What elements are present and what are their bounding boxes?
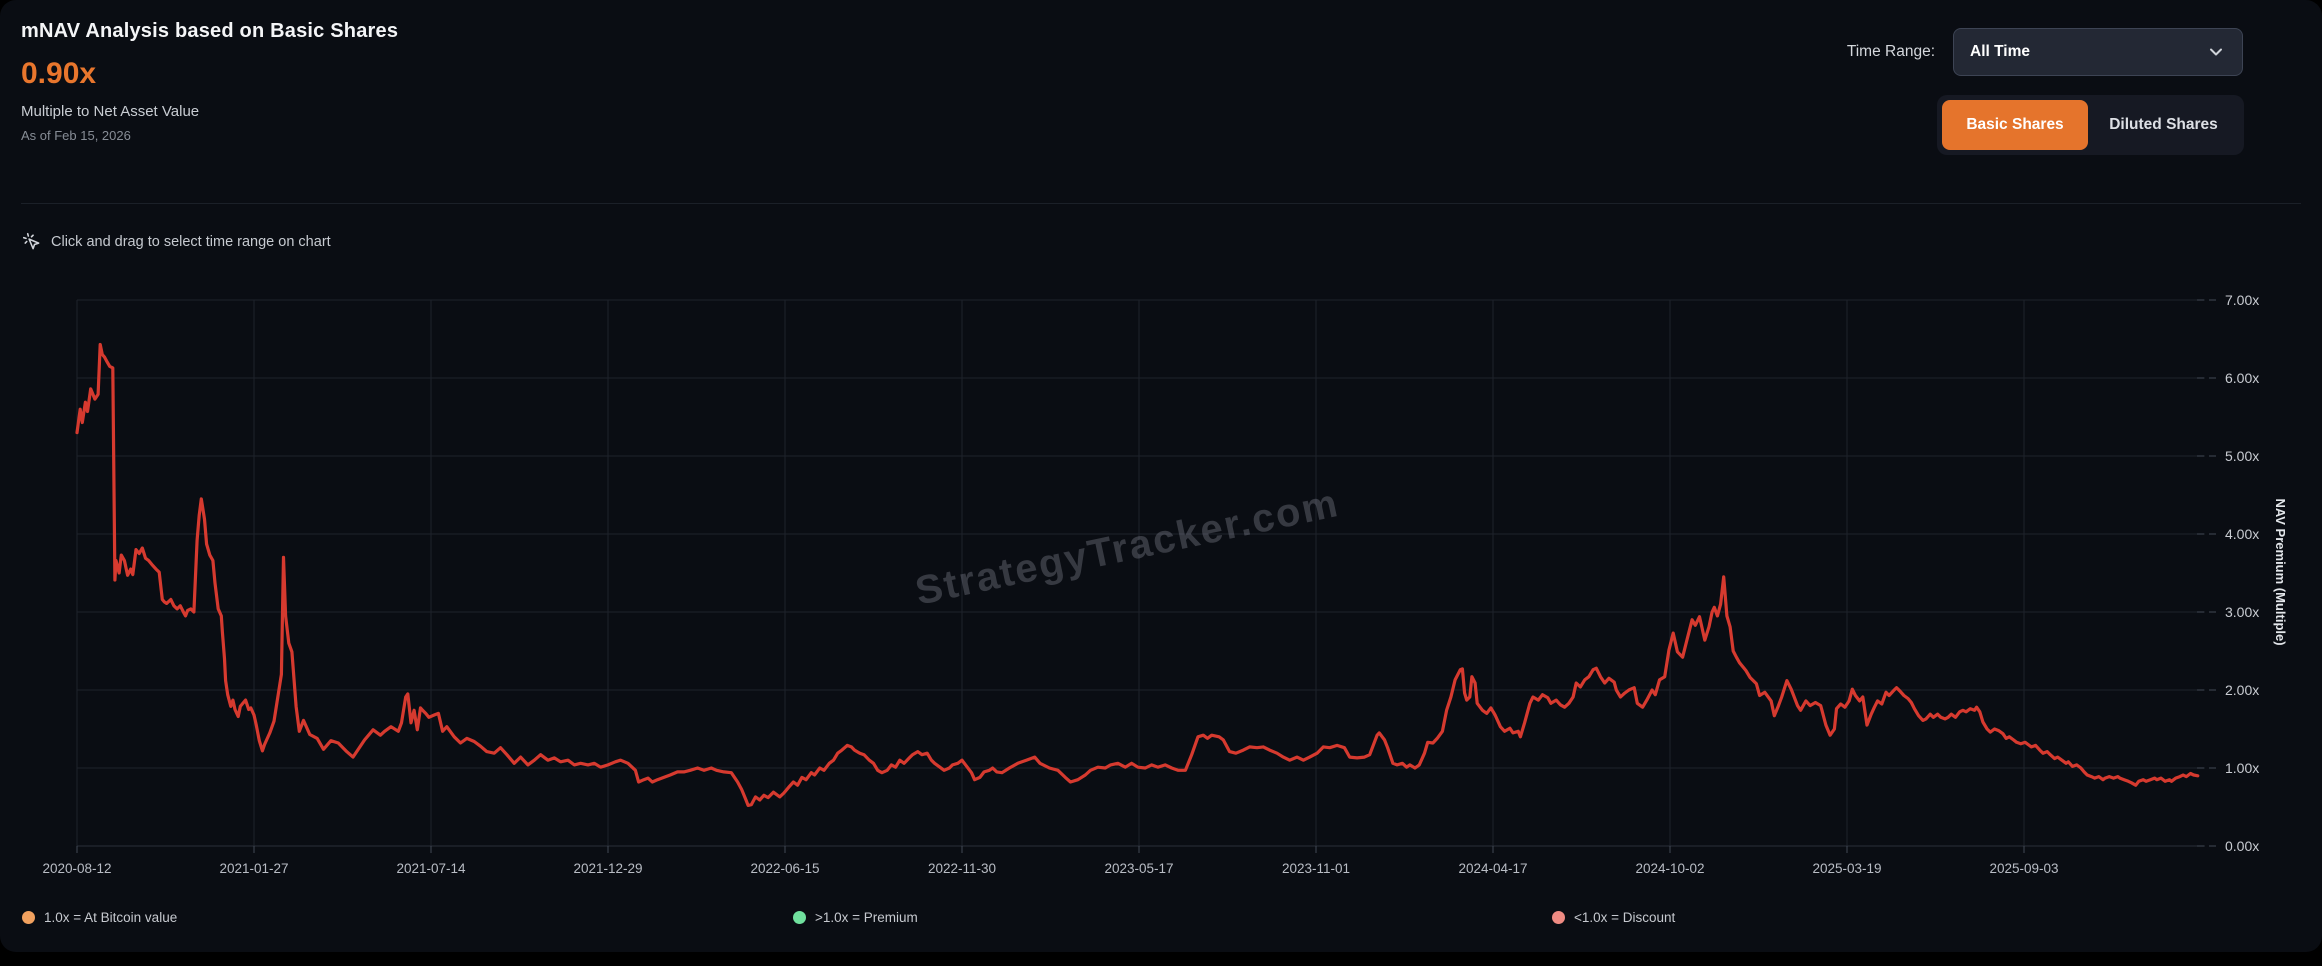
legend-item-discount: <1.0x = Discount [1552,910,1675,925]
legend-label: <1.0x = Discount [1574,910,1675,925]
y-tick-label: 3.00x [2225,604,2259,620]
x-tick-label: 2024-04-17 [1458,861,1527,876]
x-tick-label: 2022-11-30 [928,861,996,876]
x-tick-label: 2023-11-01 [1282,861,1350,876]
chart-legend: 1.0x = At Bitcoin value >1.0x = Premium … [0,910,2322,940]
y-tick-label: 0.00x [2225,838,2259,854]
y-tick-label: 6.00x [2225,370,2259,386]
x-tick-label: 2022-06-15 [750,861,819,876]
x-tick-label: 2021-07-14 [396,861,466,876]
legend-item-premium: >1.0x = Premium [793,910,918,925]
mnav-chart[interactable]: StrategyTracker.com2020-08-122021-01-272… [0,0,2322,952]
y-tick-label: 2.00x [2225,682,2259,698]
y-tick-label: 1.00x [2225,760,2259,776]
y-axis-title: NAV Premium (Multiple) [2273,498,2288,645]
orange-dot-icon [22,911,35,924]
x-tick-label: 2025-03-19 [1812,861,1881,876]
mnav-analysis-card: mNAV Analysis based on Basic Shares 0.90… [0,0,2322,952]
y-tick-label: 7.00x [2225,292,2259,308]
legend-item-at-value: 1.0x = At Bitcoin value [22,910,177,925]
y-tick-label: 4.00x [2225,526,2259,542]
chart-gridlines [77,300,2205,846]
x-tick-label: 2023-05-17 [1104,861,1173,876]
green-dot-icon [793,911,806,924]
chart-ticks: 2020-08-12 2021-01-27 2021-07-14 2021-12-29… [42,292,2259,876]
mnav-series-line [77,345,2198,806]
x-tick-label: 2025-09-03 [1989,861,2058,876]
red-dot-icon [1552,911,1565,924]
watermark: StrategyTracker.com [912,481,1343,614]
y-tick-label: 5.00x [2225,448,2259,464]
x-tick-label: 2021-12-29 [573,861,642,876]
x-tick-label: 2020-08-12 [42,861,111,876]
legend-label: 1.0x = At Bitcoin value [44,910,177,925]
legend-label: >1.0x = Premium [815,910,918,925]
x-tick-label: 2021-01-27 [219,861,288,876]
x-tick-label: 2024-10-02 [1635,861,1704,876]
